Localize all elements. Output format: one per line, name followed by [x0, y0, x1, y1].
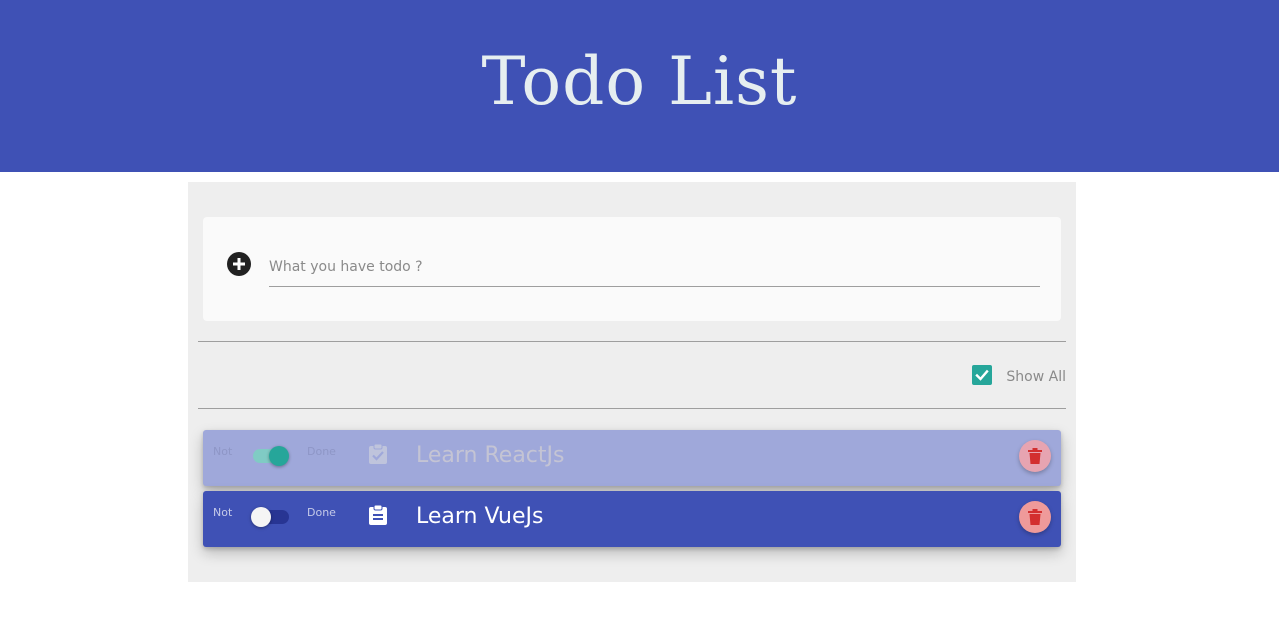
- show-all-checkbox[interactable]: [972, 365, 993, 385]
- page-title: Todo List: [481, 42, 798, 120]
- divider-top: [198, 341, 1066, 342]
- switch-knob: [269, 446, 289, 466]
- app-header: Todo List: [0, 0, 1279, 172]
- delete-button[interactable]: [1019, 501, 1051, 533]
- todo-item: Not Done Learn ReactJs: [203, 430, 1061, 486]
- done-label: Done: [307, 506, 336, 519]
- done-toggle-switch[interactable]: [251, 444, 291, 468]
- todo-item: Not Done Learn VueJs: [203, 491, 1061, 547]
- done-toggle-switch[interactable]: [251, 505, 291, 529]
- show-all-label: Show All: [1006, 368, 1066, 385]
- show-all-toggle[interactable]: Show All: [972, 364, 1066, 386]
- delete-button[interactable]: [1019, 440, 1051, 472]
- new-todo-card: [203, 217, 1061, 321]
- not-label: Not: [213, 445, 233, 458]
- todo-panel: Show All Not Done Learn ReactJs No: [188, 182, 1076, 582]
- todo-text: Learn VueJs: [416, 504, 544, 529]
- done-label: Done: [307, 445, 336, 458]
- checkmark-icon: [975, 369, 990, 381]
- not-label: Not: [213, 506, 233, 519]
- trash-icon: [1028, 448, 1042, 464]
- clipboard-list-icon: [367, 504, 389, 526]
- todo-text: Learn ReactJs: [416, 443, 565, 468]
- clipboard-check-icon: [367, 443, 389, 465]
- trash-icon: [1028, 509, 1042, 525]
- add-circle-icon[interactable]: [226, 251, 252, 277]
- switch-knob: [251, 507, 271, 527]
- new-todo-input[interactable]: [269, 251, 1040, 287]
- divider-bottom: [198, 408, 1066, 409]
